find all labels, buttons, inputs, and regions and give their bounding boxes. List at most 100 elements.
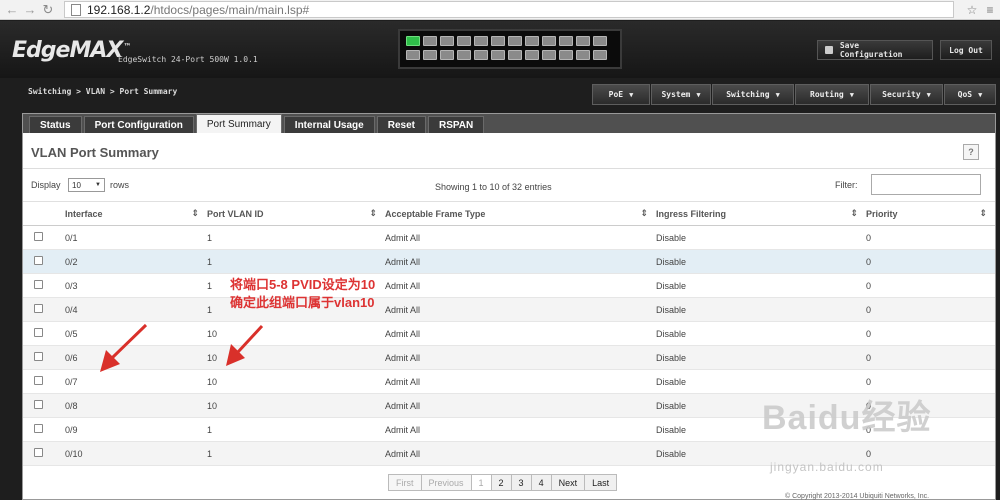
- row-checkbox[interactable]: [34, 448, 43, 457]
- cell-priority: 0: [866, 321, 995, 346]
- port-indicator: [559, 36, 573, 46]
- column-header-acceptable-frame-type[interactable]: Acceptable Frame Type ⇕: [385, 201, 656, 226]
- table-row[interactable]: 0/5 10 Admit All Disable 0: [23, 321, 995, 346]
- row-checkbox[interactable]: [34, 304, 43, 313]
- cell-priority: 0: [866, 441, 995, 466]
- port-indicator: [491, 36, 505, 46]
- pager-page-4[interactable]: 4: [531, 475, 552, 490]
- pager-page-2[interactable]: 2: [491, 475, 512, 490]
- cell-acceptable-frame-type: Admit All: [385, 297, 656, 322]
- cell-port-vlan-id: 1: [207, 249, 385, 274]
- forward-arrow-icon[interactable]: →: [21, 1, 39, 19]
- table-row[interactable]: 0/4 1 Admit All Disable 0: [23, 297, 995, 322]
- cell-port-vlan-id: 10: [207, 321, 385, 346]
- cell-acceptable-frame-type: Admit All: [385, 249, 656, 274]
- tab-rspan[interactable]: RSPAN: [427, 116, 485, 133]
- cell-priority: 0: [866, 273, 995, 298]
- menu-poe[interactable]: PoE ▼: [592, 84, 650, 105]
- row-checkbox[interactable]: [34, 280, 43, 289]
- pager-previous-button[interactable]: Previous: [421, 475, 472, 490]
- bookmark-icon[interactable]: ☆: [965, 3, 979, 17]
- entries-info: Showing 1 to 10 of 32 entries: [435, 182, 552, 192]
- annotation-line-1: 将端口5-8 PVID设定为10: [230, 277, 376, 292]
- column-header-port-vlan-id[interactable]: Port VLAN ID ⇕: [207, 201, 385, 226]
- table-row[interactable]: 0/3 1 Admit All Disable 0: [23, 273, 995, 298]
- table-row[interactable]: 0/2 1 Admit All Disable 0: [23, 249, 995, 274]
- cell-interface: 0/2: [65, 249, 207, 274]
- cell-acceptable-frame-type: Admit All: [385, 273, 656, 298]
- url-path: /htdocs/pages/main/main.lsp#: [150, 2, 310, 17]
- chevron-down-icon: ▼: [849, 90, 854, 99]
- save-icon: [825, 46, 833, 54]
- row-checkbox[interactable]: [34, 328, 43, 337]
- tab-reset[interactable]: Reset: [376, 116, 426, 133]
- row-select-cell: [23, 417, 65, 442]
- column-header-ingress-filtering[interactable]: Ingress Filtering ⇕: [656, 201, 866, 226]
- pager-next-button[interactable]: Next: [551, 475, 586, 490]
- help-button[interactable]: ?: [963, 144, 979, 160]
- pager-page-1[interactable]: 1: [471, 475, 492, 490]
- edgemax-logo: EdgeMAX™: [12, 38, 131, 63]
- content-panel: Status Port Configuration Port Summary I…: [22, 113, 996, 500]
- menu-system[interactable]: System ▼: [651, 84, 711, 105]
- cell-priority: 0: [866, 297, 995, 322]
- sub-navigation-bar: Switching > VLAN > Port Summary PoE ▼ Sys…: [0, 78, 1000, 110]
- tab-internal-usage[interactable]: Internal Usage: [283, 116, 375, 133]
- port-indicator: [474, 36, 488, 46]
- breadcrumb: Switching > VLAN > Port Summary: [28, 87, 178, 96]
- row-checkbox[interactable]: [34, 256, 43, 265]
- menu-icon[interactable]: ≡: [983, 3, 997, 17]
- cell-port-vlan-id: 10: [207, 393, 385, 418]
- cell-ingress-filtering: Disable: [656, 225, 866, 250]
- port-indicator: [576, 50, 590, 60]
- rows-per-page-select[interactable]: 10 ▼: [68, 178, 105, 192]
- reload-icon[interactable]: ↻: [39, 1, 57, 19]
- port-indicator: [542, 50, 556, 60]
- port-indicator: [508, 50, 522, 60]
- table-row[interactable]: 0/6 10 Admit All Disable 0: [23, 345, 995, 370]
- sort-icon: ⇕: [640, 208, 648, 218]
- baidu-watermark: Baidu经验: [762, 399, 932, 437]
- pager-first-button[interactable]: First: [389, 475, 422, 490]
- save-configuration-button[interactable]: Save Configuration: [817, 40, 933, 60]
- row-checkbox[interactable]: [34, 424, 43, 433]
- column-header-interface[interactable]: Interface ⇕: [65, 201, 207, 226]
- filter-input[interactable]: [871, 174, 981, 195]
- pager-page-3[interactable]: 3: [511, 475, 532, 490]
- menu-switching[interactable]: Switching ▼: [712, 84, 794, 105]
- row-checkbox[interactable]: [34, 352, 43, 361]
- port-indicator: [559, 50, 573, 60]
- url-host: 192.168.1.2: [87, 2, 151, 17]
- pagination: First Previous 1 2 3 4 Next Last: [388, 474, 618, 491]
- tab-port-summary[interactable]: Port Summary: [195, 114, 282, 133]
- cell-acceptable-frame-type: Admit All: [385, 225, 656, 250]
- cell-interface: 0/7: [65, 369, 207, 394]
- row-checkbox[interactable]: [34, 376, 43, 385]
- row-select-cell: [23, 345, 65, 370]
- tab-status[interactable]: Status: [29, 116, 82, 133]
- row-checkbox[interactable]: [34, 232, 43, 241]
- row-select-cell: [23, 369, 65, 394]
- tab-port-configuration[interactable]: Port Configuration: [83, 116, 194, 133]
- cell-priority: 0: [866, 249, 995, 274]
- row-select-cell: [23, 225, 65, 250]
- chevron-down-icon: ▼: [629, 90, 634, 99]
- pager-last-button[interactable]: Last: [585, 475, 617, 490]
- port-indicator: [508, 36, 522, 46]
- row-select-cell: [23, 393, 65, 418]
- column-header-priority[interactable]: Priority ⇕: [866, 201, 995, 226]
- row-checkbox[interactable]: [34, 400, 43, 409]
- address-bar[interactable]: 192.168.1.2/htdocs/pages/main/main.lsp#: [64, 1, 954, 18]
- menu-security[interactable]: Security ▼: [870, 84, 943, 105]
- menu-routing[interactable]: Routing ▼: [795, 84, 869, 105]
- display-label: Display: [31, 180, 61, 190]
- logout-button[interactable]: Log Out: [940, 40, 992, 60]
- rows-per-page-value: 10: [72, 180, 81, 190]
- cell-ingress-filtering: Disable: [656, 273, 866, 298]
- cell-acceptable-frame-type: Admit All: [385, 393, 656, 418]
- port-status-panel: [398, 29, 622, 69]
- menu-qos[interactable]: QoS ▼: [944, 84, 996, 105]
- back-arrow-icon[interactable]: ←: [3, 1, 21, 19]
- annotation-note: 将端口5-8 PVID设定为10 确定此组端口属于vlan10: [230, 276, 375, 312]
- table-row[interactable]: 0/1 1 Admit All Disable 0: [23, 225, 995, 250]
